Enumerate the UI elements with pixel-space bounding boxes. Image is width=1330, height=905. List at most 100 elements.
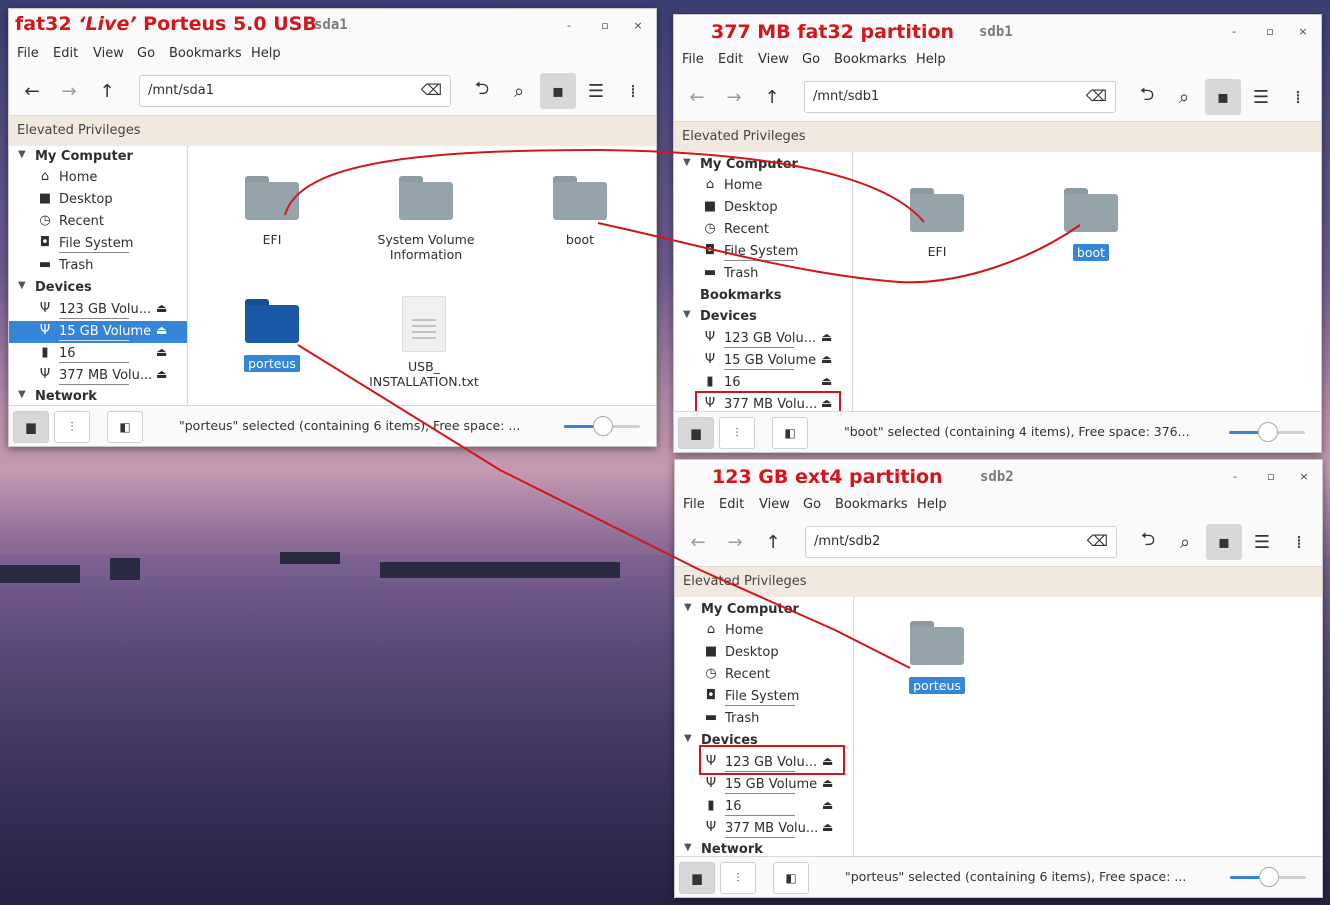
sidebar-section-devices[interactable]: ▼ Devices [9,277,187,299]
location-bar[interactable]: /mnt/sdb2 ⌫ [805,526,1117,558]
compact-view-icon[interactable]: ⁞ [1284,526,1314,558]
sidebar-item-file-system[interactable]: ◘ File System [675,686,853,708]
sidebar-item-trash[interactable]: ▬ Trash [675,708,853,730]
menu-help[interactable]: Help [916,52,946,67]
maximize-button[interactable]: ▫ [598,19,612,32]
search-icon[interactable]: ⌕ [1169,81,1199,113]
tree-toggle-icon[interactable]: ⫶ [719,417,755,449]
menu-file[interactable]: File [683,497,705,512]
up-arrow-icon[interactable]: ↑ [757,81,787,113]
sidebar-section-network[interactable]: ▼ Network [9,386,187,406]
location-bar[interactable]: /mnt/sda1 ⌫ [139,75,451,107]
forward-arrow-icon[interactable]: → [720,526,750,558]
menu-view[interactable]: View [93,46,124,61]
menu-edit[interactable]: Edit [719,497,744,512]
title-bar[interactable]: 123 GB ext4 partition sdb2 - ▫ × [675,460,1322,492]
sidebar-item-device-15gb[interactable]: Ψ 15 GB Volume ⏏ [9,321,187,343]
sidebar-item-device-123gb[interactable]: Ψ 123 GB Volu... ⏏ [9,299,187,321]
menu-go[interactable]: Go [137,46,155,61]
zoom-slider[interactable] [1230,867,1306,887]
tree-toggle-icon[interactable]: ⫶ [720,862,756,894]
title-bar[interactable]: fat32 ‘Live’ Porteus 5.0 USB sda1 - ▫ × [9,9,656,41]
sidebar-item-recent[interactable]: ◷ Recent [675,664,853,686]
icon-view-icon[interactable]: ▪ [540,73,576,109]
file-manager-window-sdb1[interactable]: 377 MB fat32 partition sdb1 - ▫ × File E… [673,14,1322,453]
sidebar-item-recent[interactable]: ◷ Recent [9,211,187,233]
sidebar-item-device-377mb[interactable]: Ψ 377 MB Volu... ⏏ [675,818,853,840]
eject-icon[interactable]: ⏏ [156,301,167,315]
close-button[interactable]: × [631,19,645,32]
compact-view-icon[interactable]: ⁞ [618,75,648,107]
forward-arrow-icon[interactable]: → [719,81,749,113]
eject-icon[interactable]: ⏏ [156,367,167,381]
zoom-slider-knob[interactable] [593,416,613,436]
zoom-slider-knob[interactable] [1259,867,1279,887]
menu-help[interactable]: Help [251,46,281,61]
icon-view-icon[interactable]: ▪ [1206,524,1242,560]
sidebar-item-desktop[interactable]: ■ Desktop [674,197,852,219]
up-arrow-icon[interactable]: ↑ [758,526,788,558]
sidebar-section-network[interactable]: ▼ Network [675,839,853,857]
sidebar-item-home[interactable]: ⌂ Home [9,167,187,189]
eject-icon[interactable]: ⏏ [156,323,167,337]
sidebar-item-device-16[interactable]: ▮ 16 ⏏ [675,796,853,818]
sidebar-section-devices[interactable]: ▼ Devices [674,306,852,328]
sidebar-item-device-123gb[interactable]: Ψ 123 GB Volu... ⏏ [674,328,852,350]
file-view[interactable]: EFI boot [854,152,1321,412]
eject-icon[interactable]: ⏏ [821,330,832,344]
eject-icon[interactable]: ⏏ [822,798,833,812]
sidebar-item-file-system[interactable]: ◘ File System [9,233,187,255]
file-manager-window-sda1[interactable]: fat32 ‘Live’ Porteus 5.0 USB sda1 - ▫ × … [8,8,657,447]
maximize-button[interactable]: ▫ [1263,25,1277,38]
close-button[interactable]: × [1296,25,1310,38]
folder-item-boot[interactable]: boot [520,176,640,247]
places-toggle-icon[interactable]: ▆ [678,417,714,449]
toggle-location-icon[interactable]: ⮌ [467,75,497,107]
icon-view-icon[interactable]: ▪ [1205,79,1241,115]
list-view-icon[interactable]: ☰ [1246,81,1276,113]
sidebar-item-desktop[interactable]: ■ Desktop [9,189,187,211]
menu-bookmarks[interactable]: Bookmarks [169,46,242,61]
compact-view-icon[interactable]: ⁞ [1283,81,1313,113]
minimize-button[interactable]: - [1228,470,1242,483]
list-view-icon[interactable]: ☰ [1247,526,1277,558]
toggle-location-icon[interactable]: ⮌ [1133,526,1163,558]
menu-help[interactable]: Help [917,497,947,512]
eject-icon[interactable]: ⏏ [821,352,832,366]
sidebar-section-bookmarks[interactable]: Bookmarks [674,285,852,307]
location-bar[interactable]: /mnt/sdb1 ⌫ [804,81,1116,113]
back-arrow-icon[interactable]: ← [682,81,712,113]
sidebar-item-file-system[interactable]: ◘ File System [674,241,852,263]
menu-file[interactable]: File [17,46,39,61]
eject-icon[interactable]: ⏏ [821,374,832,388]
up-arrow-icon[interactable]: ↑ [92,75,122,107]
menu-file[interactable]: File [682,52,704,67]
file-view[interactable]: porteus [855,597,1322,857]
sidebar-item-trash[interactable]: ▬ Trash [9,255,187,277]
places-toggle-icon[interactable]: ▆ [13,411,49,443]
menu-edit[interactable]: Edit [718,52,743,67]
sidebar-section-my-computer[interactable]: ▼ My Computer [675,599,853,621]
folder-item-boot[interactable]: boot [1031,188,1151,261]
close-button[interactable]: × [1297,470,1311,483]
hide-sidebar-icon[interactable]: ◧ [772,417,808,449]
search-icon[interactable]: ⌕ [504,75,534,107]
menu-go[interactable]: Go [803,497,821,512]
back-arrow-icon[interactable]: ← [17,75,47,107]
clear-location-icon[interactable]: ⌫ [1086,87,1107,105]
folder-item-porteus[interactable]: porteus [877,621,997,694]
file-view[interactable]: EFI System Volume Information boot porte… [189,146,656,406]
zoom-slider-knob[interactable] [1258,422,1278,442]
folder-item-system-volume-information[interactable]: System Volume Information [366,176,486,262]
menu-bookmarks[interactable]: Bookmarks [834,52,907,67]
sidebar-section-my-computer[interactable]: ▼ My Computer [674,154,852,176]
back-arrow-icon[interactable]: ← [683,526,713,558]
search-icon[interactable]: ⌕ [1170,526,1200,558]
sidebar-item-home[interactable]: ⌂ Home [674,175,852,197]
zoom-slider[interactable] [564,416,640,436]
sidebar-section-my-computer[interactable]: ▼ My Computer [9,146,187,168]
list-view-icon[interactable]: ☰ [581,75,611,107]
eject-icon[interactable]: ⏏ [822,776,833,790]
file-item-usb-installation[interactable]: USB_ INSTALLATION.txt [364,296,484,389]
eject-icon[interactable]: ⏏ [822,820,833,834]
